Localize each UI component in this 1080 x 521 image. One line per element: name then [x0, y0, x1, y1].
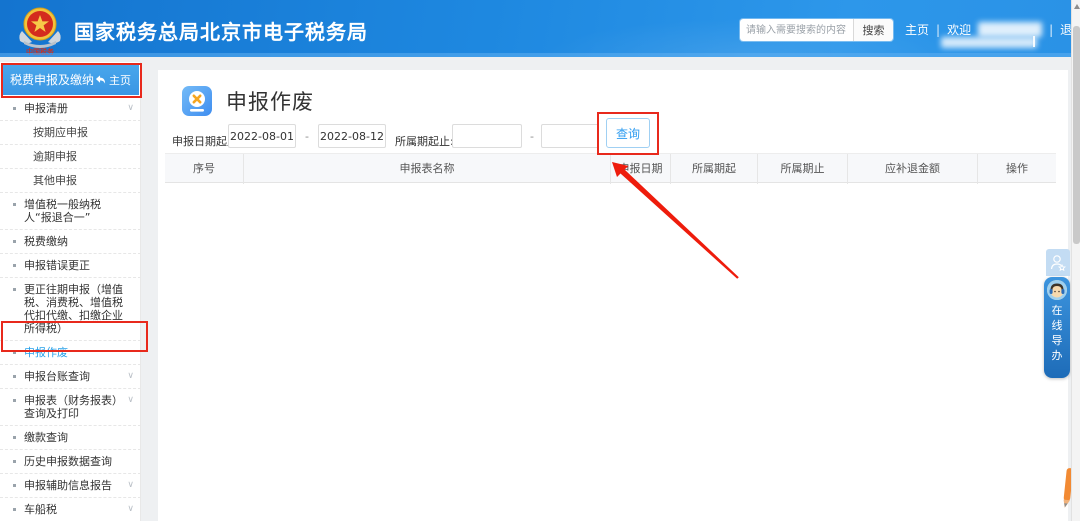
customer-service-avatar [1047, 280, 1067, 300]
sidebar-header-title: 税费申报及缴纳 [10, 73, 95, 87]
sidebar-item-label: 其他申报 [33, 174, 77, 187]
bullet-icon [13, 436, 16, 439]
scrollbar-thumb[interactable] [1073, 26, 1080, 244]
bullet-icon [13, 399, 16, 402]
chevron-down-icon: ∨ [127, 480, 134, 490]
sidebar-item-label: 增值税一般纳税人“报退合一” [24, 198, 101, 224]
bullet-icon [13, 484, 16, 487]
sidebar-item[interactable]: 申报台账查询 ∨ [0, 365, 140, 389]
date-to-input[interactable] [318, 124, 386, 148]
bullet-icon [13, 351, 16, 354]
sidebar-item[interactable]: 更正往期申报（增值税、消费税、增值税代扣代缴、扣缴企业所得税） [0, 278, 140, 341]
sidebar-item-label: 逾期申报 [33, 150, 77, 163]
table-column-header: 应补退金额 [847, 154, 977, 184]
top-header: 中国税务 国家税务总局北京市电子税务局 搜索 主页 | 欢迎 | 退出 [0, 0, 1080, 57]
chevron-down-icon: ∨ [127, 395, 134, 405]
results-table-header: 序号 申报表名称 申报日期 所属期起 所属期止 应补退金额 操作 [165, 153, 1056, 184]
bullet-icon [13, 203, 16, 206]
bullet-icon [13, 460, 16, 463]
sidebar-item-label: 缴款查询 [24, 431, 68, 444]
redacted-username-line2 [941, 37, 1037, 48]
sidebar-item[interactable]: 申报清册 ∨ [0, 97, 140, 121]
bullet-icon [13, 107, 16, 110]
bullet-icon [13, 240, 16, 243]
table-column-header: 申报表名称 [243, 154, 610, 184]
search-button[interactable]: 搜索 [853, 19, 893, 41]
date-from-input[interactable] [228, 124, 296, 148]
period-from-input[interactable] [452, 124, 522, 148]
online-guide-widget[interactable]: 在线导办 [1044, 277, 1070, 378]
redacted-username [978, 22, 1043, 37]
sidebar-item-label: 申报错误更正 [24, 259, 90, 272]
bullet-icon [13, 264, 16, 267]
page-title: 申报作废 [226, 90, 314, 114]
table-column-header: 申报日期 [610, 154, 670, 184]
sidebar-item[interactable]: 车船税 ∨ [0, 498, 140, 521]
sidebar-item[interactable]: 申报错误更正 [0, 254, 140, 278]
bullet-icon [13, 508, 16, 511]
nav-separator-line2 [1033, 36, 1035, 47]
scroll-up-arrow-icon[interactable] [1074, 4, 1080, 9]
back-arrow-icon [95, 75, 106, 84]
main-content: 申报作废 申报日期起止: - 所属期起止: - 查询 序号申报表名称申报日期所属… [158, 70, 1068, 521]
site-title: 国家税务总局北京市电子税务局 [74, 20, 368, 44]
online-guide-label: 在线导办 [1051, 304, 1063, 362]
sidebar-item[interactable]: 申报表（财务报表）查询及打印 ∨ [0, 389, 140, 426]
header-nav: 主页 | 欢迎 | 退出 [905, 21, 1080, 38]
sidebar-item-label: 税费缴纳 [24, 235, 68, 248]
chevron-down-icon: ∨ [127, 103, 134, 113]
sidebar-item-label: 申报辅助信息报告 [24, 479, 112, 492]
nav-separator: | [1049, 22, 1054, 37]
member-favorite-widget[interactable] [1046, 249, 1070, 276]
query-button[interactable]: 查询 [606, 118, 650, 148]
sidebar-item-label: 申报台账查询 [24, 370, 90, 383]
table-column-header: 所属期止 [757, 154, 847, 184]
sidebar-item[interactable]: 逾期申报 [0, 145, 140, 169]
svg-text:中国税务: 中国税务 [26, 47, 55, 55]
sidebar-item[interactable]: 其他申报 [0, 169, 140, 193]
range-dash: - [530, 130, 534, 143]
sidebar-item-active[interactable]: 申报作废 [0, 341, 140, 365]
table-column-header: 序号 [193, 162, 215, 175]
sidebar-item-label: 车船税 [24, 503, 57, 516]
header-search: 搜索 [740, 19, 893, 41]
sidebar-item-label: 申报清册 [24, 102, 68, 115]
bullet-icon [13, 288, 16, 291]
nav-welcome-label: 欢迎 [947, 23, 972, 37]
nav-home-link[interactable]: 主页 [905, 21, 929, 38]
sidebar-item[interactable]: 税费缴纳 [0, 230, 140, 254]
sidebar-item-label: 历史申报数据查询 [24, 455, 112, 468]
sidebar-item[interactable]: 增值税一般纳税人“报退合一” [0, 193, 140, 230]
period-to-input[interactable] [541, 124, 599, 148]
sidebar-item[interactable]: 历史申报数据查询 [0, 450, 140, 474]
person-star-icon [1050, 254, 1066, 271]
sidebar-item-label: 申报作废 [24, 346, 68, 359]
bullet-icon [13, 375, 16, 378]
app-window: 中国税务 国家税务总局北京市电子税务局 搜索 主页 | 欢迎 | 退出 税费申报… [0, 0, 1080, 521]
sidebar: 税费申报及缴纳 主页 申报清册 ∨ 按期应申报逾期申报其他申报增值税一般纳税人“报退… [0, 62, 141, 521]
table-column-header: 所属期起 [670, 154, 757, 184]
tax-bureau-emblem-icon: 中国税务 [19, 7, 61, 55]
sidebar-item-label: 按期应申报 [33, 126, 88, 139]
nav-separator: | [936, 22, 941, 37]
sidebar-item[interactable]: 申报辅助信息报告 ∨ [0, 474, 140, 498]
vertical-scrollbar[interactable] [1071, 0, 1080, 521]
sidebar-item-label: 申报表（财务报表）查询及打印 [24, 394, 123, 420]
sidebar-item-label: 更正往期申报（增值税、消费税、增值税代扣代缴、扣缴企业所得税） [24, 283, 123, 335]
page-title-row: 申报作废 [182, 86, 314, 116]
chevron-down-icon: ∨ [127, 504, 134, 514]
table-column-header: 操作 [977, 154, 1056, 184]
sidebar-item[interactable]: 缴款查询 [0, 426, 140, 450]
declaration-cancel-icon [182, 86, 212, 116]
chevron-down-icon: ∨ [127, 371, 134, 381]
sidebar-item[interactable]: 按期应申报 [0, 121, 140, 145]
sidebar-header[interactable]: 税费申报及缴纳 主页 [2, 64, 139, 95]
search-input[interactable] [740, 19, 853, 41]
period-range-label: 所属期起止: [395, 135, 454, 148]
range-dash: - [305, 130, 309, 143]
sidebar-home-link[interactable]: 主页 [95, 72, 131, 88]
sidebar-menu: 申报清册 ∨ 按期应申报逾期申报其他申报增值税一般纳税人“报退合一” 税费缴纳申报错误… [0, 97, 140, 521]
